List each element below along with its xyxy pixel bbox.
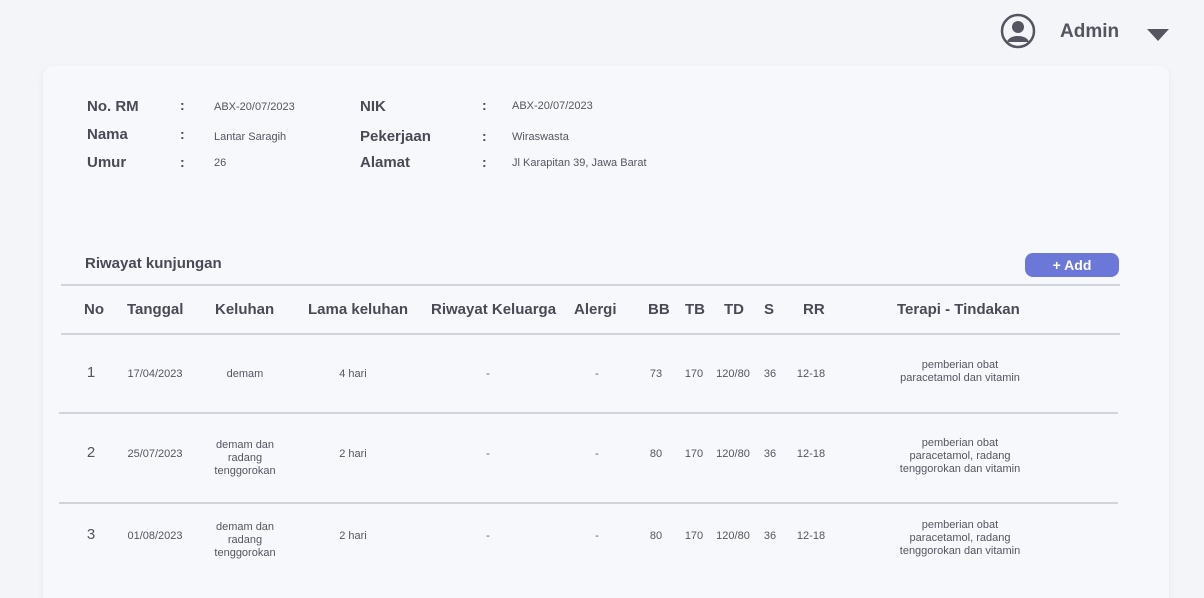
cell-bb: 80	[649, 530, 663, 542]
cell-keluhan: demam dan radang tenggorokan	[214, 439, 276, 477]
pekerjaan-value: Wiraswasta	[512, 131, 569, 143]
col-header-tanggal: Tanggal	[127, 301, 184, 318]
col-header-bb: BB	[648, 301, 670, 318]
col-header-lama-keluhan: Lama keluhan	[308, 301, 409, 318]
col-header-alergi: Alergi	[574, 301, 617, 318]
cell-riwayat-keluarga: -	[486, 448, 490, 460]
no-rm-label: No. RM	[87, 98, 139, 115]
col-header-tb: TB	[685, 301, 705, 318]
umur-value: 26	[214, 157, 227, 169]
cell-td: 120/80	[716, 368, 750, 380]
cell-terapi-tindakan: pemberian obat paracetamol, radang tengg…	[899, 519, 1021, 557]
nama-value: Lantar Saragih	[214, 131, 287, 143]
no-rm-value: ABX-20/07/2023	[214, 101, 295, 113]
nama-separator: :	[180, 126, 185, 142]
row-divider	[59, 412, 1118, 414]
add-visit-button[interactable]: + Add	[1025, 253, 1119, 277]
col-header-terapi-tindakan: Terapi - Tindakan	[897, 301, 1020, 318]
cell-rr: 12-18	[796, 530, 826, 542]
cell-lama-keluhan: 2 hari	[339, 530, 367, 542]
cell-no: 3	[86, 526, 96, 543]
cell-alergi: -	[595, 530, 599, 542]
cell-s: 36	[763, 448, 777, 460]
cell-alergi: -	[595, 368, 599, 380]
cell-rr: 12-18	[796, 448, 826, 460]
cell-riwayat-keluarga: -	[486, 530, 490, 542]
cell-tanggal: 01/08/2023	[127, 530, 183, 542]
cell-tb: 170	[684, 530, 704, 542]
cell-keluhan: demam dan radang tenggorokan	[214, 521, 276, 559]
cell-lama-keluhan: 2 hari	[339, 448, 367, 460]
cell-terapi-tindakan: pemberian obat paracetamol dan vitamin	[900, 359, 1020, 384]
cell-tb: 170	[684, 368, 704, 380]
nama-label: Nama	[87, 126, 128, 143]
cell-tanggal: 25/07/2023	[127, 448, 183, 460]
col-header-s: S	[764, 301, 775, 318]
cell-s: 36	[763, 368, 777, 380]
cell-td: 120/80	[716, 530, 750, 542]
cell-no: 1	[86, 364, 96, 381]
cell-riwayat-keluarga: -	[486, 368, 490, 380]
cell-alergi: -	[595, 448, 599, 460]
col-header-riwayat-keluarga: Riwayat Keluarga	[431, 301, 557, 318]
cell-tb: 170	[684, 448, 704, 460]
alamat-label: Alamat	[360, 154, 411, 171]
row-divider	[59, 502, 1118, 504]
pekerjaan-separator: :	[482, 128, 487, 144]
cell-lama-keluhan: 4 hari	[339, 368, 367, 380]
no-rm-separator: :	[180, 97, 185, 113]
cell-s: 36	[763, 530, 777, 542]
col-header-td: TD	[724, 301, 744, 318]
cell-tanggal: 17/04/2023	[127, 368, 183, 380]
nik-separator: :	[482, 97, 487, 113]
top-bar: Admin	[0, 0, 1204, 64]
caret-down-icon[interactable]	[1146, 28, 1170, 42]
user-circle-icon[interactable]	[1000, 13, 1036, 49]
cell-td: 120/80	[716, 448, 750, 460]
alamat-separator: :	[482, 154, 487, 170]
umur-label: Umur	[87, 154, 127, 171]
col-header-no: No	[84, 301, 104, 318]
cell-keluhan: demam	[226, 368, 264, 380]
nik-label: NIK	[360, 98, 386, 115]
user-name[interactable]: Admin	[1060, 21, 1119, 43]
section-title: Riwayat kunjungan	[85, 255, 222, 272]
table-top-divider	[61, 284, 1120, 286]
umur-separator: :	[180, 154, 185, 170]
nik-value: ABX-20/07/2023	[512, 100, 593, 112]
col-header-keluhan: Keluhan	[215, 301, 275, 318]
table-header-divider	[61, 333, 1120, 335]
cell-terapi-tindakan: pemberian obat paracetamol, radang tengg…	[899, 437, 1021, 475]
cell-rr: 12-18	[796, 368, 826, 380]
alamat-value: Jl Karapitan 39, Jawa Barat	[512, 157, 647, 169]
cell-bb: 80	[649, 448, 663, 460]
col-header-rr: RR	[803, 301, 825, 318]
cell-bb: 73	[649, 368, 663, 380]
pekerjaan-label: Pekerjaan	[360, 128, 431, 145]
cell-no: 2	[86, 444, 96, 461]
